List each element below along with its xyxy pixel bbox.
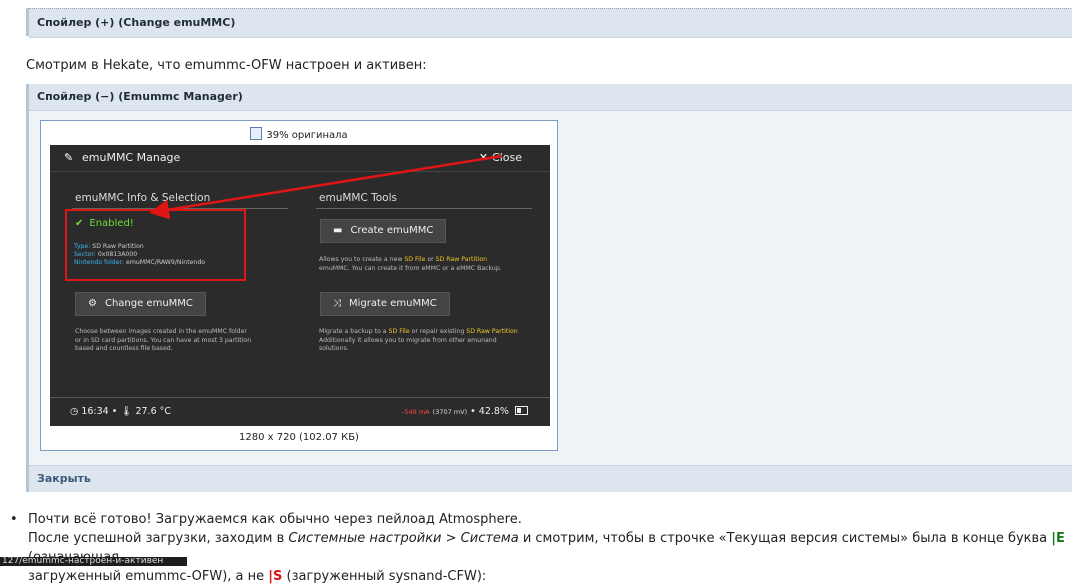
button-label: Create emuMMC	[350, 225, 434, 236]
desc-text: or repair existing	[409, 328, 467, 335]
create-description: Allows you to create a new SD File or SD…	[319, 256, 502, 273]
desc-text: Allows you to create a new	[319, 256, 405, 263]
desc-highlight: SD Raw Partition	[435, 256, 488, 263]
change-emummc-button[interactable]: ⚙ Change emuMMC	[75, 292, 206, 316]
current: -549 mA	[402, 408, 430, 416]
divider	[316, 208, 532, 209]
close-button[interactable]: ✕ Close	[479, 151, 522, 164]
create-emummc-button[interactable]: ▬ Create emuMMC	[320, 219, 447, 243]
zoom-text: 39% оригинала	[266, 130, 348, 141]
gear-icon: ⚙	[88, 298, 97, 309]
separator: •	[470, 406, 479, 417]
close-icon: ✕	[478, 151, 489, 164]
migrate-description: Migrate a backup to a SD File or repair …	[319, 328, 518, 354]
desc-text: or	[425, 256, 436, 263]
change-description: Choose between images created in the emu…	[75, 328, 251, 354]
line-3: загруженный emummc-OFW), а не |S (загруж…	[28, 567, 1070, 586]
marker-s: |S	[268, 569, 283, 584]
pencil-icon: ✎	[64, 151, 74, 164]
desc-text: based and countless file based.	[75, 345, 173, 352]
spoiler-close-button[interactable]: Закрыть	[29, 465, 1072, 492]
clock-icon: ◷	[70, 406, 79, 417]
titlebar: ✎ emuMMC Manage ✕ Close	[50, 145, 550, 172]
text: После успешной загрузки, заходим в	[28, 531, 289, 546]
text: и смотрим, чтобы в строчке «Текущая верс…	[518, 531, 1052, 546]
footer-right: -549 mA (3707 mV) • 42.8%	[402, 406, 528, 417]
section-title-info: emuMMC Info & Selection	[75, 192, 211, 204]
battery-icon	[515, 406, 528, 415]
text: (загруженный sysnand-CFW):	[282, 569, 487, 584]
voltage: (3707 mV)	[432, 408, 468, 416]
footer-left: ◷ 16:34 • 🌡 27.6 °C	[70, 406, 171, 417]
line-1: Почти всё готово! Загружаемся как обычно…	[28, 512, 522, 527]
window-title: emuMMC Manage	[82, 151, 181, 164]
bullet-icon: •	[10, 512, 18, 527]
image-frame: 39% оригинала ✎ emuMMC Manage ✕ Close emu…	[40, 120, 558, 451]
desc-text: Choose between images created in the emu…	[75, 328, 247, 335]
image-size-caption: 1280 x 720 (102.07 КБ)	[239, 432, 359, 443]
status-footer: ◷ 16:34 • 🌡 27.6 °C -549 mA (3707 mV) • …	[50, 397, 550, 426]
spoiler-change-emummc[interactable]: Спойлер (+) (Change emuMMC)	[26, 8, 1072, 38]
spoiler-header[interactable]: Спойлер (+) (Change emuMMC)	[29, 8, 1072, 38]
close-label: Close	[492, 151, 522, 164]
marker-e: |E	[1051, 531, 1065, 546]
migrate-emummc-button[interactable]: ⤨ Migrate emuMMC	[320, 292, 450, 316]
desc-text: Additionally it allows you to migrate fr…	[319, 336, 497, 344]
temperature: 27.6 °C	[135, 406, 172, 417]
desc-text: emuMMC. You can create it from eMMC or a…	[319, 264, 502, 272]
battery-percent: 42.8%	[478, 406, 509, 417]
list-item-text: Почти всё готово! Загружаемся как обычно…	[28, 510, 1070, 586]
section-title-tools: emuMMC Tools	[319, 192, 397, 204]
desc-highlight: SD File	[404, 256, 426, 263]
status-url: 127/emummc-настроен-и-активен	[0, 557, 187, 566]
annotation-highlight-box	[65, 209, 246, 281]
hekate-screenshot[interactable]: ✎ emuMMC Manage ✕ Close emuMMC Info & Sel…	[50, 145, 550, 426]
time: 16:34	[81, 406, 109, 417]
zoom-icon	[250, 127, 263, 140]
desc-text: or in SD card partitions. You can have a…	[75, 336, 252, 344]
desc-highlight: SD Raw Partition	[466, 328, 518, 335]
desc-text: solutions.	[319, 345, 349, 352]
button-label: Change emuMMC	[104, 298, 193, 309]
shuffle-icon: ⤨	[333, 298, 341, 309]
desc-highlight: SD File	[388, 328, 410, 335]
text: загруженный emummc-OFW), а не	[28, 569, 269, 584]
menu-path: Системные настройки > Система	[288, 531, 519, 546]
thermometer-icon: 🌡	[120, 406, 133, 417]
drive-icon: ▬	[333, 225, 343, 236]
intro-text: Смотрим в Hekate, что emummc-OFW настрое…	[26, 58, 427, 73]
spoiler-header[interactable]: Спойлер (−) (Emummc Manager)	[29, 84, 1072, 111]
button-label: Migrate emuMMC	[349, 298, 437, 309]
desc-text: Migrate a backup to a	[319, 328, 389, 335]
zoom-caption[interactable]: 39% оригинала	[41, 127, 557, 141]
